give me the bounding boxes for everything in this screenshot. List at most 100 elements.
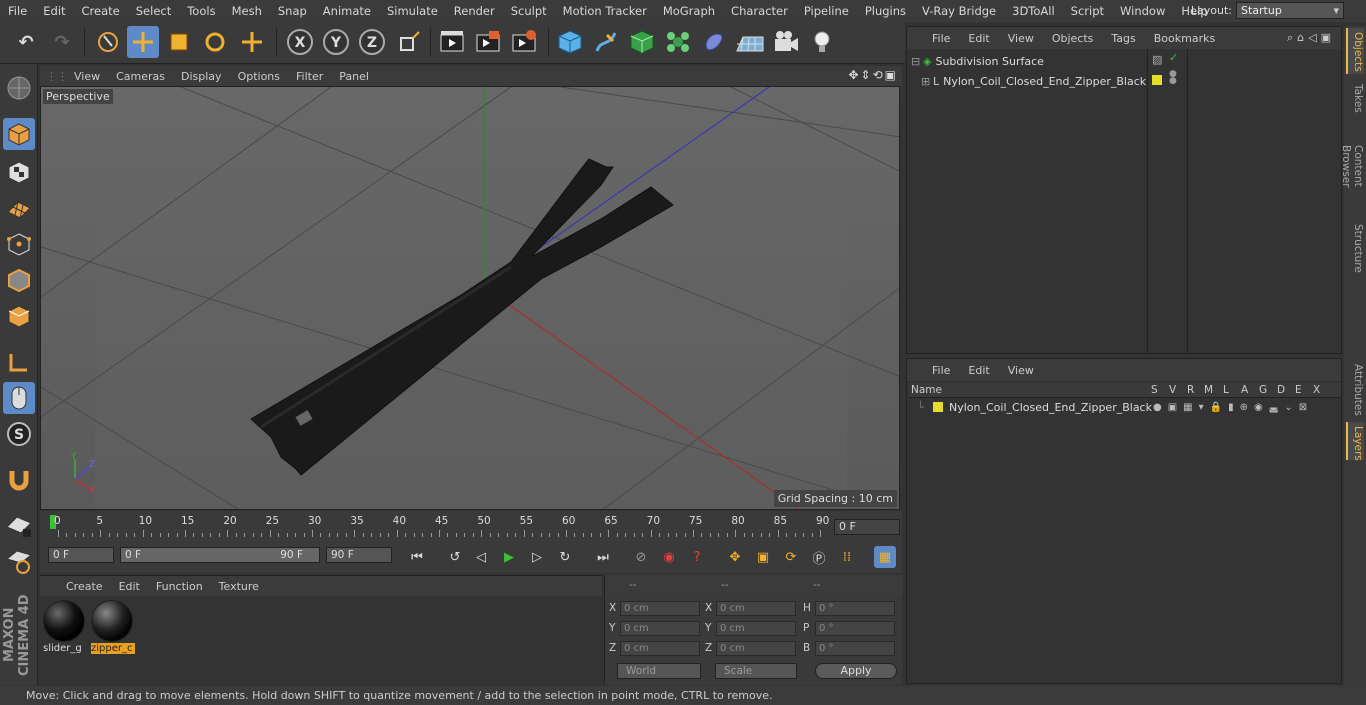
apply-button[interactable]: Apply xyxy=(815,663,897,679)
menu-simulate[interactable]: Simulate xyxy=(379,4,446,18)
menu-motion-tracker[interactable]: Motion Tracker xyxy=(555,4,655,18)
col-generators[interactable]: G xyxy=(1259,384,1267,396)
menu-3dtoall[interactable]: 3DToAll xyxy=(1004,4,1063,18)
tree-item-subdivision-surface[interactable]: ⊟ ◈ Subdivision Surface xyxy=(907,51,1147,71)
object-menu-bookmarks[interactable]: Bookmarks xyxy=(1145,32,1224,45)
pen-spline-icon[interactable] xyxy=(590,26,622,58)
menu-sculpt[interactable]: Sculpt xyxy=(503,4,555,18)
go-to-start-icon[interactable]: ⏮ xyxy=(406,546,428,568)
layer-toggle-icons[interactable]: ●▣▦▾🔒▮⊕◉◛⌄⊠ xyxy=(1153,402,1313,413)
menu-animate[interactable]: Animate xyxy=(315,4,379,18)
layer-color-swatch[interactable] xyxy=(933,402,943,412)
layer-toggle-icon[interactable]: ▨ xyxy=(1152,53,1162,66)
previous-frame-icon[interactable]: ◁ xyxy=(470,546,492,568)
col-expressions[interactable]: E xyxy=(1295,384,1302,396)
scale-tool-icon[interactable] xyxy=(163,26,195,58)
object-menu-objects[interactable]: Objects xyxy=(1043,32,1103,45)
material-menu-texture[interactable]: Texture xyxy=(211,580,267,593)
autokey-icon[interactable]: ◉ xyxy=(658,546,680,568)
frame-range-slider[interactable]: 0 F 90 F xyxy=(120,547,320,563)
record-keys-icon[interactable]: ⊘ xyxy=(630,546,652,568)
axis-mode-icon[interactable] xyxy=(3,346,35,378)
layout-select[interactable]: Startup xyxy=(1236,2,1344,19)
camera-label[interactable]: Perspective xyxy=(43,89,113,104)
layer-color-swatch[interactable] xyxy=(1152,75,1162,85)
coordinate-system-icon[interactable] xyxy=(393,26,425,58)
redo-icon[interactable]: ↷ xyxy=(46,26,78,58)
menu-character[interactable]: Character xyxy=(723,4,796,18)
model-mode-icon[interactable] xyxy=(3,118,35,150)
object-menu-file[interactable]: File xyxy=(923,32,959,45)
tab-attributes[interactable]: Attributes xyxy=(1346,360,1364,418)
menu-mesh[interactable]: Mesh xyxy=(224,4,270,18)
next-frame-icon[interactable]: ▷ xyxy=(526,546,548,568)
polygons-mode-icon[interactable] xyxy=(3,300,35,332)
visibility-dots-icon[interactable]: ● ● xyxy=(1169,70,1177,86)
layer-menu-view[interactable]: View xyxy=(999,364,1043,377)
collapse-icon[interactable]: ⊟ xyxy=(911,55,923,68)
make-editable-icon[interactable] xyxy=(3,72,35,104)
move-tool-icon[interactable] xyxy=(127,26,159,58)
size-mode-dropdown[interactable]: Scale xyxy=(715,663,797,679)
end-frame-field[interactable]: 90 F xyxy=(326,547,392,563)
menu-vray-bridge[interactable]: V-Ray Bridge xyxy=(914,4,1004,18)
material-zipper-c[interactable]: zipper_c xyxy=(91,600,135,656)
rotation-h-field[interactable]: 0 ° xyxy=(815,601,895,616)
expand-icon[interactable]: ⊞ xyxy=(921,75,933,88)
key-position-icon[interactable]: ✥ xyxy=(724,546,746,568)
y-axis-lock-icon[interactable]: Y xyxy=(320,26,352,58)
tab-takes[interactable]: Takes xyxy=(1346,80,1364,116)
object-menu-edit[interactable]: Edit xyxy=(959,32,998,45)
rotation-p-field[interactable]: 0 ° xyxy=(815,621,895,636)
menu-pipeline[interactable]: Pipeline xyxy=(796,4,857,18)
menu-tools[interactable]: Tools xyxy=(179,4,223,18)
x-axis-lock-icon[interactable]: X xyxy=(284,26,316,58)
workplane-mode-icon[interactable] xyxy=(3,192,35,224)
col-render[interactable]: R xyxy=(1187,384,1194,396)
tab-objects[interactable]: Objects xyxy=(1346,28,1364,74)
menu-plugins[interactable]: Plugins xyxy=(857,4,914,18)
menu-snap[interactable]: Snap xyxy=(270,4,315,18)
rotate-tool-icon[interactable] xyxy=(199,26,231,58)
coord-mode-dropdown[interactable]: World xyxy=(617,663,701,679)
tweak-mode-icon[interactable] xyxy=(3,382,35,414)
go-to-end-icon[interactable]: ⏭ xyxy=(592,546,614,568)
magnet-icon[interactable] xyxy=(3,464,35,496)
play-icon[interactable]: ▶ xyxy=(498,546,520,568)
menu-script[interactable]: Script xyxy=(1063,4,1112,18)
size-y-field[interactable]: 0 cm xyxy=(716,621,796,636)
enabled-check-icon[interactable]: ✓ xyxy=(1169,51,1178,64)
cloner-icon[interactable] xyxy=(662,26,694,58)
tab-structure[interactable]: Structure xyxy=(1346,220,1364,273)
edges-mode-icon[interactable] xyxy=(3,264,35,296)
keyframe-selection-icon[interactable]: ? xyxy=(686,546,708,568)
material-slider-g[interactable]: slider_g xyxy=(43,600,87,656)
points-mode-icon[interactable] xyxy=(3,228,35,260)
deformer-icon[interactable] xyxy=(698,26,730,58)
viewport-menu-filter[interactable]: Filter xyxy=(288,70,331,83)
object-menu-tags[interactable]: Tags xyxy=(1102,32,1144,45)
transform-tool-icon[interactable] xyxy=(236,26,268,58)
tab-layers[interactable]: Layers xyxy=(1346,422,1364,461)
layer-menu-file[interactable]: File xyxy=(923,364,959,377)
live-selection-icon[interactable] xyxy=(92,26,124,58)
key-rotation-icon[interactable]: ⟳ xyxy=(780,546,802,568)
key-parameter-icon[interactable]: Ⓟ xyxy=(808,546,830,568)
menu-window[interactable]: Window xyxy=(1112,4,1173,18)
col-manager[interactable]: M xyxy=(1204,384,1213,396)
camera-icon[interactable] xyxy=(770,26,802,58)
viewport-menu-view[interactable]: View xyxy=(66,70,108,83)
floor-icon[interactable] xyxy=(734,26,766,58)
z-axis-lock-icon[interactable]: Z xyxy=(356,26,388,58)
cube-primitive-icon[interactable] xyxy=(554,26,586,58)
position-y-field[interactable]: 0 cm xyxy=(620,621,700,636)
soft-selection-icon[interactable] xyxy=(3,546,35,578)
material-menu-function[interactable]: Function xyxy=(148,580,211,593)
render-region-icon[interactable] xyxy=(472,26,504,58)
snap-icon[interactable]: S xyxy=(3,418,35,450)
layer-menu-edit[interactable]: Edit xyxy=(959,364,998,377)
menu-select[interactable]: Select xyxy=(128,4,179,18)
viewport-menu-panel[interactable]: Panel xyxy=(331,70,377,83)
render-view-icon[interactable] xyxy=(436,26,468,58)
render-settings-icon[interactable] xyxy=(508,26,540,58)
